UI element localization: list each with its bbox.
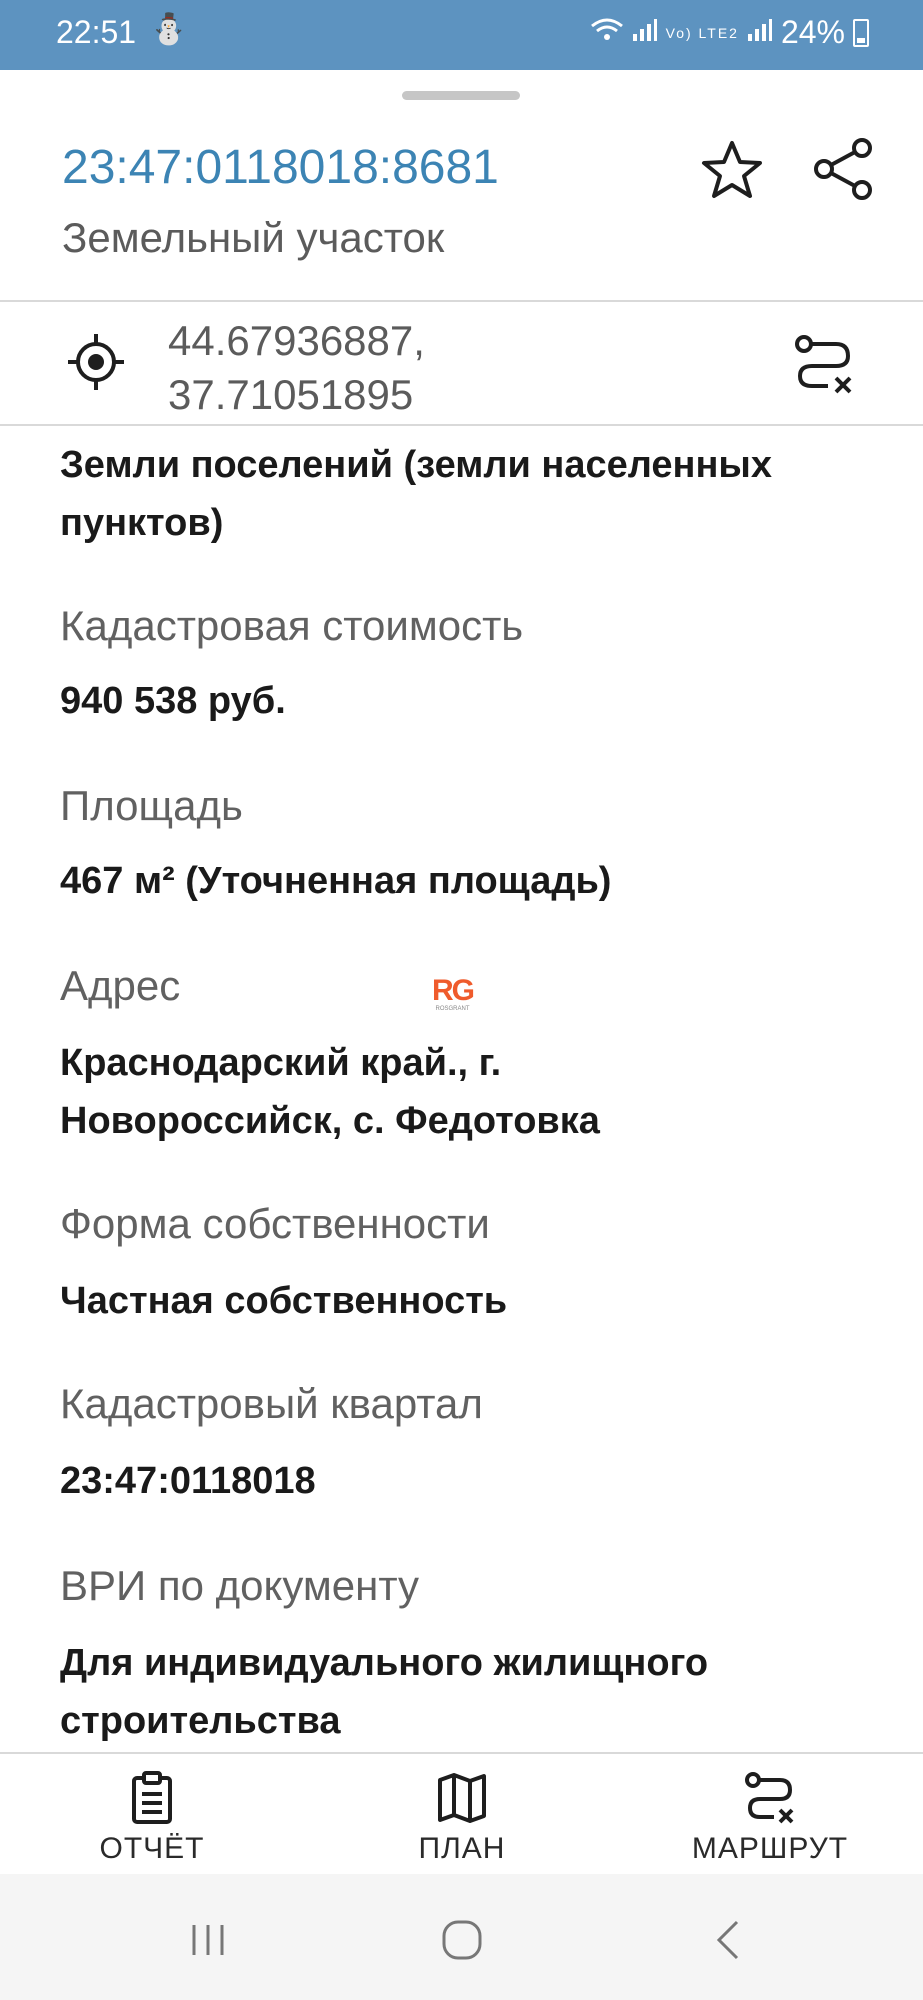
area-value: 467 м² (Уточненная площадь) xyxy=(60,860,612,902)
land-category-value: Земли поселений (земли населенных пункто… xyxy=(60,444,772,544)
home-icon[interactable] xyxy=(430,1908,494,1972)
cadastral-cost-value: 940 538 руб. xyxy=(60,680,286,722)
object-type-subtitle: Земельный участок xyxy=(62,214,445,261)
divider xyxy=(0,424,923,426)
bottom-nav: ОТЧЁТ ПЛАН МАРШРУТ xyxy=(0,1754,923,1874)
recent-apps-icon[interactable] xyxy=(176,1908,240,1972)
star-icon[interactable] xyxy=(700,138,764,202)
android-nav-bar xyxy=(0,1874,923,2000)
status-right: Vo) LTE2 24% xyxy=(590,14,869,51)
route-icon xyxy=(745,1772,794,1824)
map-icon xyxy=(438,1773,486,1823)
area-label: Площадь xyxy=(60,782,243,829)
divider xyxy=(0,300,923,302)
nav-plan-button[interactable]: ПЛАН xyxy=(352,1770,572,1866)
cadastral-cost-label: Кадастровая стоимость xyxy=(60,602,524,649)
address-value: Краснодарский край., г. Новороссийск, с.… xyxy=(60,1042,600,1142)
vri-value: Для индивидуального жилищного строительс… xyxy=(60,1642,709,1742)
nav-report-button[interactable]: ОТЧЁТ xyxy=(42,1770,262,1866)
signal-icon xyxy=(632,18,658,47)
ownership-value: Частная собственность xyxy=(60,1280,508,1322)
battery-percent: 24% xyxy=(780,14,845,50)
cadastral-number-title[interactable]: 23:47:0118018:8681 xyxy=(62,140,499,195)
latitude: 44.67936887, xyxy=(168,317,425,364)
rg-logo: RG ROSGRANT xyxy=(432,974,475,1013)
back-icon[interactable] xyxy=(696,1908,760,1972)
status-bar: 22:51 ⛄ Vo) LTE2 24% xyxy=(0,0,923,70)
address-label: Адрес xyxy=(60,962,181,1009)
coordinates[interactable]: 44.67936887, 37.71051895 xyxy=(168,314,425,422)
signal-icon-2 xyxy=(747,18,773,47)
wifi-icon xyxy=(590,14,624,51)
nav-report-label: ОТЧЁТ xyxy=(99,1832,205,1865)
longitude: 37.71051895 xyxy=(168,371,414,418)
network-type: Vo) LTE2 xyxy=(665,24,739,41)
nav-plan-label: ПЛАН xyxy=(418,1832,506,1865)
sheet-drag-handle[interactable] xyxy=(402,91,520,100)
battery-icon xyxy=(853,18,869,47)
clipboard-icon xyxy=(132,1771,172,1824)
notification-icon: ⛄ xyxy=(150,13,188,46)
cadastral-quarter-value[interactable]: 23:47:0118018 xyxy=(60,1452,316,1510)
route-icon[interactable] xyxy=(792,332,856,396)
status-time: 22:51 xyxy=(56,14,137,50)
share-icon[interactable] xyxy=(810,136,876,202)
target-location-icon[interactable] xyxy=(66,332,126,392)
ownership-label: Форма собственности xyxy=(60,1200,490,1247)
nav-route-button[interactable]: МАРШРУТ xyxy=(660,1770,880,1866)
cadastral-quarter-label: Кадастровый квартал xyxy=(60,1380,483,1427)
nav-route-label: МАРШРУТ xyxy=(691,1832,849,1865)
vri-label: ВРИ по документу xyxy=(60,1562,420,1609)
